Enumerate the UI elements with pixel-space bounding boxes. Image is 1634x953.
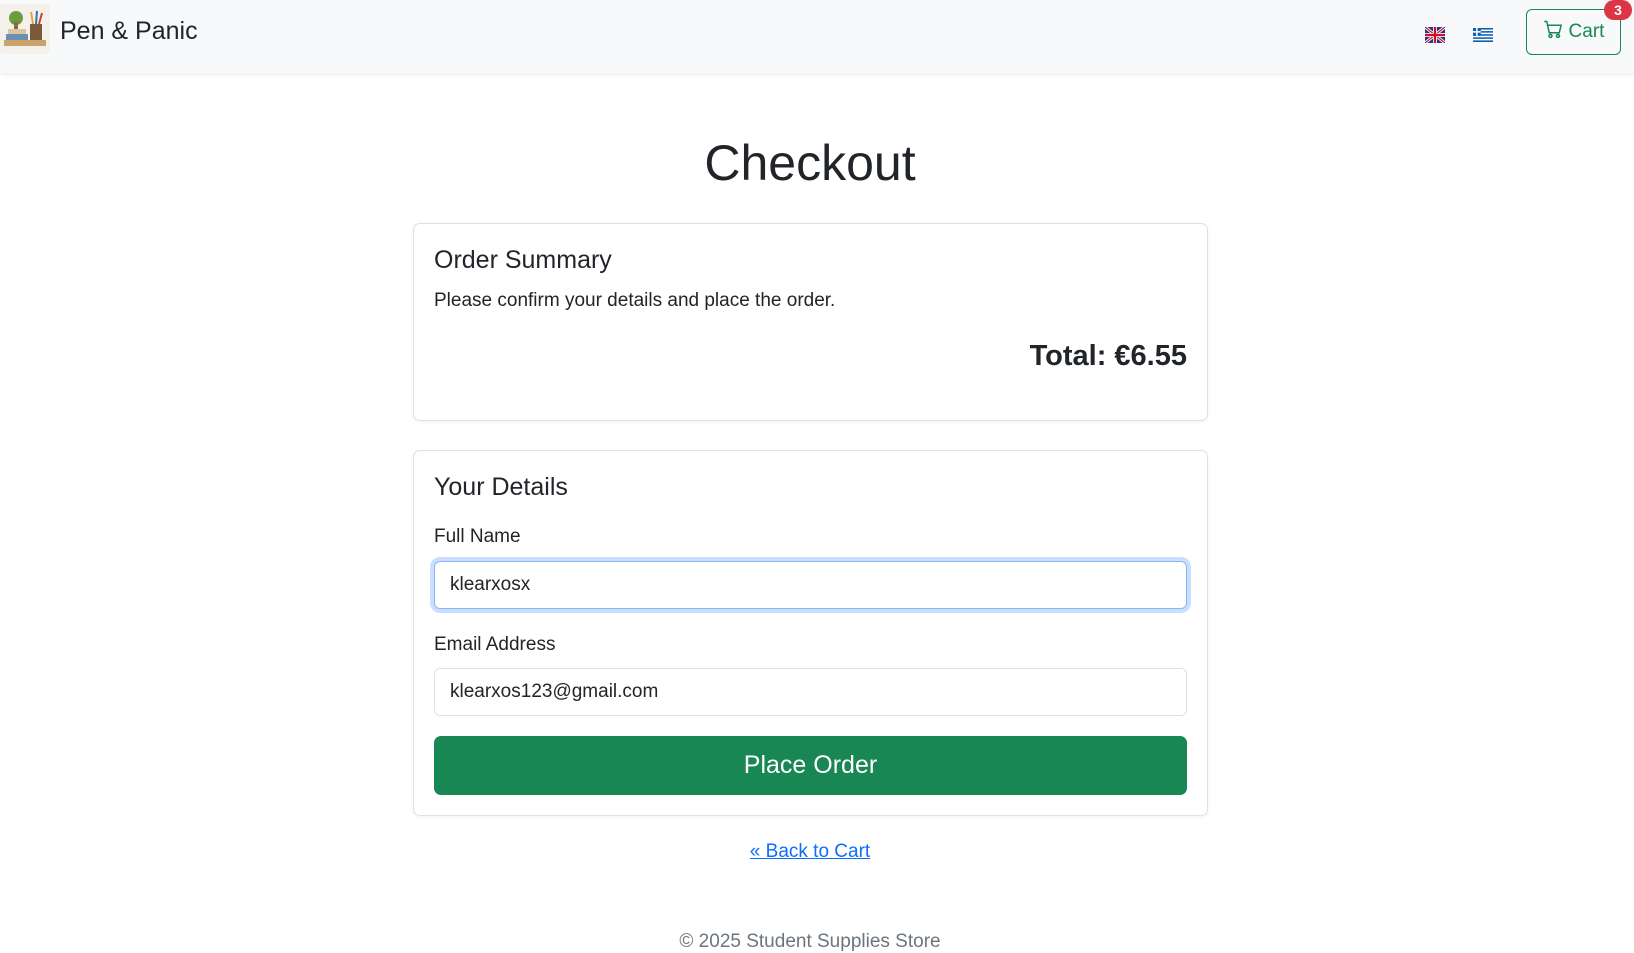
page-title: Checkout [704, 135, 916, 191]
footer: © 2025 Student Supplies Store [679, 931, 941, 952]
brand-logo-icon[interactable] [0, 4, 50, 54]
brand-name[interactable]: Pen & Panic [60, 17, 198, 46]
full-name-label: Full Name [434, 526, 521, 547]
email-label: Email Address [434, 634, 556, 655]
email-input[interactable] [434, 668, 1187, 716]
back-to-cart-link[interactable]: « Back to Cart [750, 841, 870, 862]
uk-flag-icon[interactable] [1424, 24, 1446, 46]
navbar: Pen & Panic Cart 3 [0, 0, 1634, 73]
greek-flag-icon[interactable] [1472, 24, 1494, 46]
back-link-container: « Back to Cart [0, 841, 1620, 863]
order-summary-text: Please confirm your details and place th… [434, 290, 836, 311]
place-order-button[interactable]: Place Order [434, 736, 1187, 795]
order-total: Total: €6.55 [1029, 340, 1187, 372]
your-details-card: Your Details Full Name Email Address Pla… [413, 450, 1208, 816]
order-summary-card: Order Summary Please confirm your detail… [413, 223, 1208, 421]
full-name-input[interactable] [434, 561, 1187, 609]
cart-count-badge: 3 [1604, 0, 1632, 20]
your-details-title: Your Details [434, 473, 568, 501]
cart-label: Cart [1568, 21, 1605, 42]
order-summary-title: Order Summary [434, 246, 612, 274]
cart-icon [1543, 19, 1563, 45]
